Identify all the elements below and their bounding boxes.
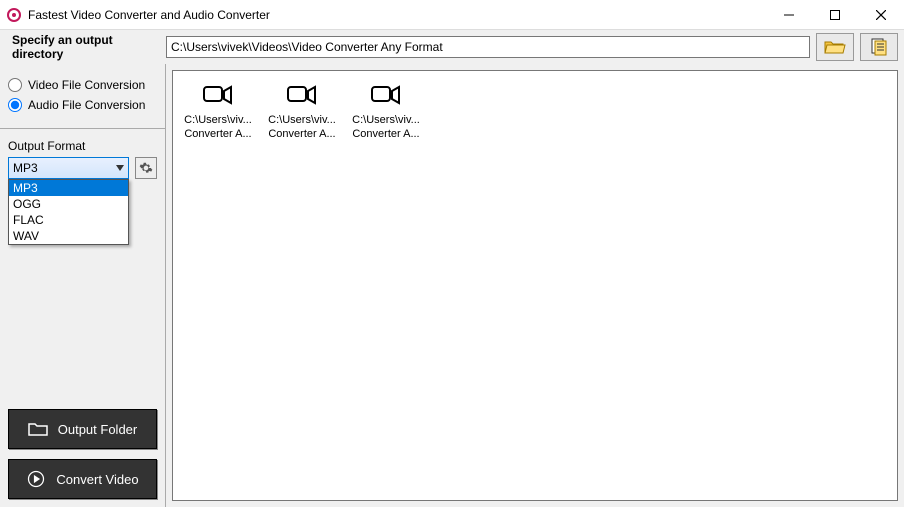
file-path-line2: Converter A... (183, 127, 253, 141)
file-path-line1: C:\Users\viv... (351, 113, 421, 127)
format-option[interactable]: OGG (9, 196, 128, 212)
file-path-line1: C:\Users\viv... (267, 113, 337, 127)
file-path-line2: Converter A... (267, 127, 337, 141)
video-conversion-radio-input[interactable] (8, 78, 22, 92)
browse-folder-button[interactable] (816, 33, 854, 61)
file-item[interactable]: C:\Users\viv... Converter A... (183, 81, 253, 141)
audio-conversion-label: Audio File Conversion (28, 98, 145, 112)
video-file-icon (203, 84, 233, 106)
format-option[interactable]: WAV (9, 228, 128, 244)
output-directory-label: Specify an output directory (6, 33, 166, 61)
window-title: Fastest Video Converter and Audio Conver… (28, 8, 766, 22)
conversion-type-group: Video File Conversion Audio File Convers… (8, 72, 157, 118)
minimize-icon (784, 10, 794, 20)
audio-conversion-radio-input[interactable] (8, 98, 22, 112)
video-file-icon (287, 84, 317, 106)
file-list: C:\Users\viv... Converter A... C:\Users\… (183, 81, 887, 141)
output-format-dropdown: MP3 OGG FLAC WAV (8, 179, 129, 245)
close-button[interactable] (858, 0, 904, 30)
folder-icon (28, 421, 48, 437)
app-icon (6, 7, 22, 23)
format-option[interactable]: FLAC (9, 212, 128, 228)
convert-video-button-label: Convert Video (56, 472, 138, 487)
video-conversion-radio[interactable]: Video File Conversion (8, 78, 157, 92)
file-item[interactable]: C:\Users\viv... Converter A... (267, 81, 337, 141)
video-conversion-label: Video File Conversion (28, 78, 145, 92)
file-list-area[interactable]: C:\Users\viv... Converter A... C:\Users\… (172, 70, 898, 501)
multi-file-button[interactable] (860, 33, 898, 61)
sidebar-separator (0, 128, 165, 129)
format-option[interactable]: MP3 (9, 180, 128, 196)
video-file-icon (371, 84, 401, 106)
output-format-label: Output Format (8, 139, 157, 153)
file-path-line2: Converter A... (351, 127, 421, 141)
open-folder-icon (824, 39, 846, 55)
gear-icon (139, 161, 153, 175)
title-bar: Fastest Video Converter and Audio Conver… (0, 0, 904, 30)
file-item[interactable]: C:\Users\viv... Converter A... (351, 81, 421, 141)
maximize-button[interactable] (812, 0, 858, 30)
maximize-icon (830, 10, 840, 20)
output-directory-input[interactable] (166, 36, 810, 58)
output-folder-button-label: Output Folder (58, 422, 138, 437)
output-directory-bar: Specify an output directory (0, 30, 904, 64)
audio-conversion-radio[interactable]: Audio File Conversion (8, 98, 157, 112)
file-stack-icon (869, 38, 889, 56)
convert-video-button[interactable]: Convert Video (8, 459, 157, 499)
output-format-selected[interactable]: MP3 (8, 157, 129, 179)
output-folder-button[interactable]: Output Folder (8, 409, 157, 449)
close-icon (876, 10, 886, 20)
output-format-combo[interactable]: MP3 MP3 OGG FLAC WAV (8, 157, 129, 179)
file-path-line1: C:\Users\viv... (183, 113, 253, 127)
format-settings-button[interactable] (135, 157, 157, 179)
convert-icon (26, 469, 46, 489)
minimize-button[interactable] (766, 0, 812, 30)
sidebar: Video File Conversion Audio File Convers… (0, 64, 166, 507)
